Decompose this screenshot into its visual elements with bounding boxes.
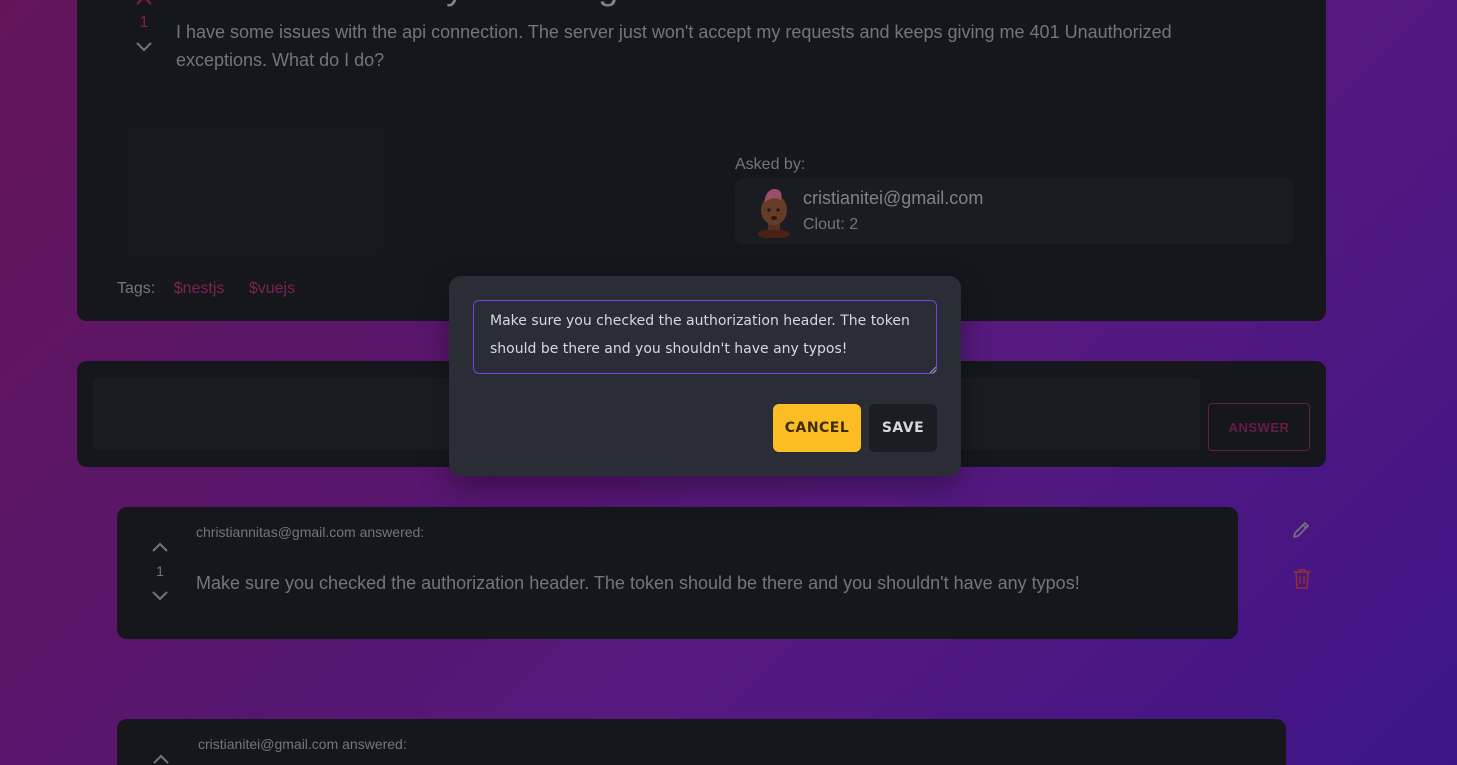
edit-answer-textarea[interactable]: Make sure you checked the authorization … <box>473 300 937 374</box>
resize-grip-icon[interactable] <box>929 366 937 374</box>
cancel-button[interactable]: CANCEL <box>773 404 861 452</box>
edit-answer-modal: Make sure you checked the authorization … <box>449 276 961 476</box>
save-button[interactable]: SAVE <box>869 404 937 452</box>
